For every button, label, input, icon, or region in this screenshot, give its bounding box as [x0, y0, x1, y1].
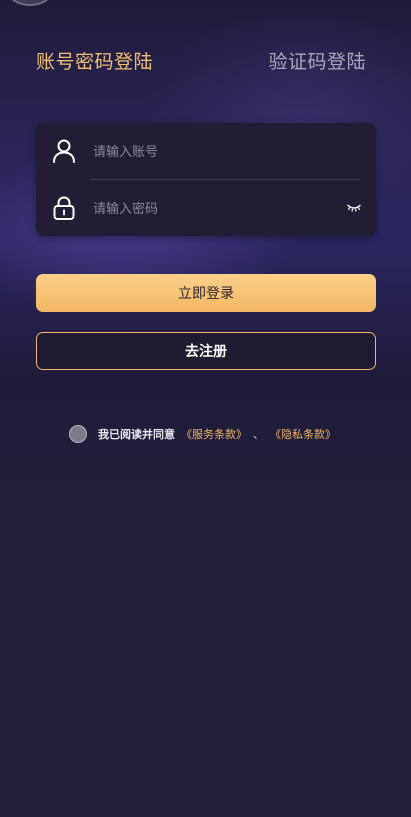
register-button[interactable]: 去注册 — [36, 332, 376, 370]
login-form-card — [36, 123, 376, 236]
tab-code-login[interactable]: 验证码登陆 — [268, 48, 366, 76]
eye-closed-icon[interactable] — [346, 202, 362, 214]
agreement-row: 我已阅读并同意 《服务条款》 、 《隐私条款》 — [69, 424, 336, 444]
password-input[interactable] — [91, 194, 325, 224]
agreement-text: 我已阅读并同意 — [98, 428, 175, 441]
privacy-terms-link[interactable]: 《隐私条款》 — [270, 426, 336, 442]
account-row — [36, 123, 376, 179]
agreement-separator: 、 — [253, 428, 264, 441]
password-row — [36, 180, 376, 236]
tab-password-login[interactable]: 账号密码登陆 — [36, 48, 153, 76]
login-button[interactable]: 立即登录 — [36, 274, 376, 312]
lock-icon — [53, 196, 75, 220]
service-terms-link[interactable]: 《服务条款》 — [181, 426, 247, 442]
agree-checkbox[interactable] — [69, 425, 87, 443]
account-input[interactable] — [91, 137, 325, 167]
user-icon — [53, 139, 75, 163]
